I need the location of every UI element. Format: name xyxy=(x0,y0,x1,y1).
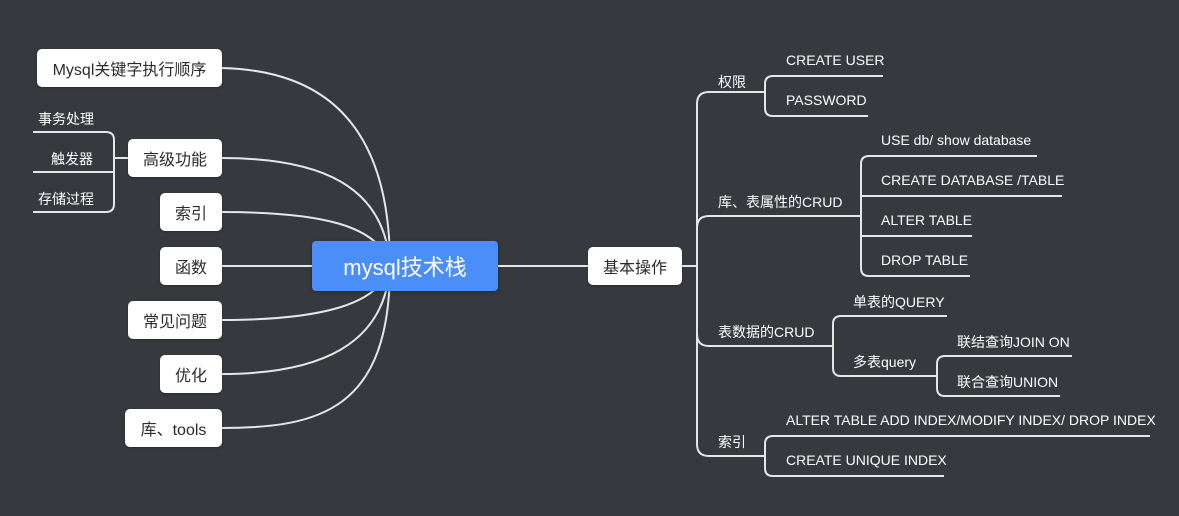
label-alter-index[interactable]: ALTER TABLE ADD INDEX/MODIFY INDEX/ DROP… xyxy=(786,412,1156,428)
label-stored-procedure[interactable]: 存储过程 xyxy=(38,189,94,209)
label-trigger[interactable]: 触发器 xyxy=(51,149,93,169)
label-drop-table[interactable]: DROP TABLE xyxy=(881,252,968,268)
label-single-query[interactable]: 单表的QUERY xyxy=(853,292,945,312)
label-password[interactable]: PASSWORD xyxy=(786,92,867,108)
node-advanced-features[interactable]: 高级功能 xyxy=(128,139,222,177)
node-keyword-order[interactable]: Mysql关键字执行顺序 xyxy=(37,49,222,87)
label-transaction[interactable]: 事务处理 xyxy=(38,109,94,129)
root-node[interactable]: mysql技术栈 xyxy=(312,241,498,291)
node-index-left[interactable]: 索引 xyxy=(160,193,222,231)
label-db-crud[interactable]: 库、表属性的CRUD xyxy=(718,192,842,212)
label-multi-query[interactable]: 多表query xyxy=(853,352,916,372)
node-faq[interactable]: 常见问题 xyxy=(128,301,222,339)
label-join-on[interactable]: 联结查询JOIN ON xyxy=(957,332,1070,352)
label-index-right[interactable]: 索引 xyxy=(718,432,746,452)
label-use-db[interactable]: USE db/ show database xyxy=(881,132,1031,148)
label-create-database[interactable]: CREATE DATABASE /TABLE xyxy=(881,172,1064,188)
label-data-crud[interactable]: 表数据的CRUD xyxy=(718,322,814,342)
label-create-unique-index[interactable]: CREATE UNIQUE INDEX xyxy=(786,452,947,468)
node-tools[interactable]: 库、tools xyxy=(125,409,222,447)
node-optimize[interactable]: 优化 xyxy=(160,355,222,393)
label-create-user[interactable]: CREATE USER xyxy=(786,52,885,68)
node-basic-operations[interactable]: 基本操作 xyxy=(588,247,682,285)
label-union[interactable]: 联合查询UNION xyxy=(957,372,1058,392)
label-alter-table[interactable]: ALTER TABLE xyxy=(881,212,972,228)
label-privilege[interactable]: 权限 xyxy=(718,72,746,92)
node-functions[interactable]: 函数 xyxy=(160,247,222,285)
